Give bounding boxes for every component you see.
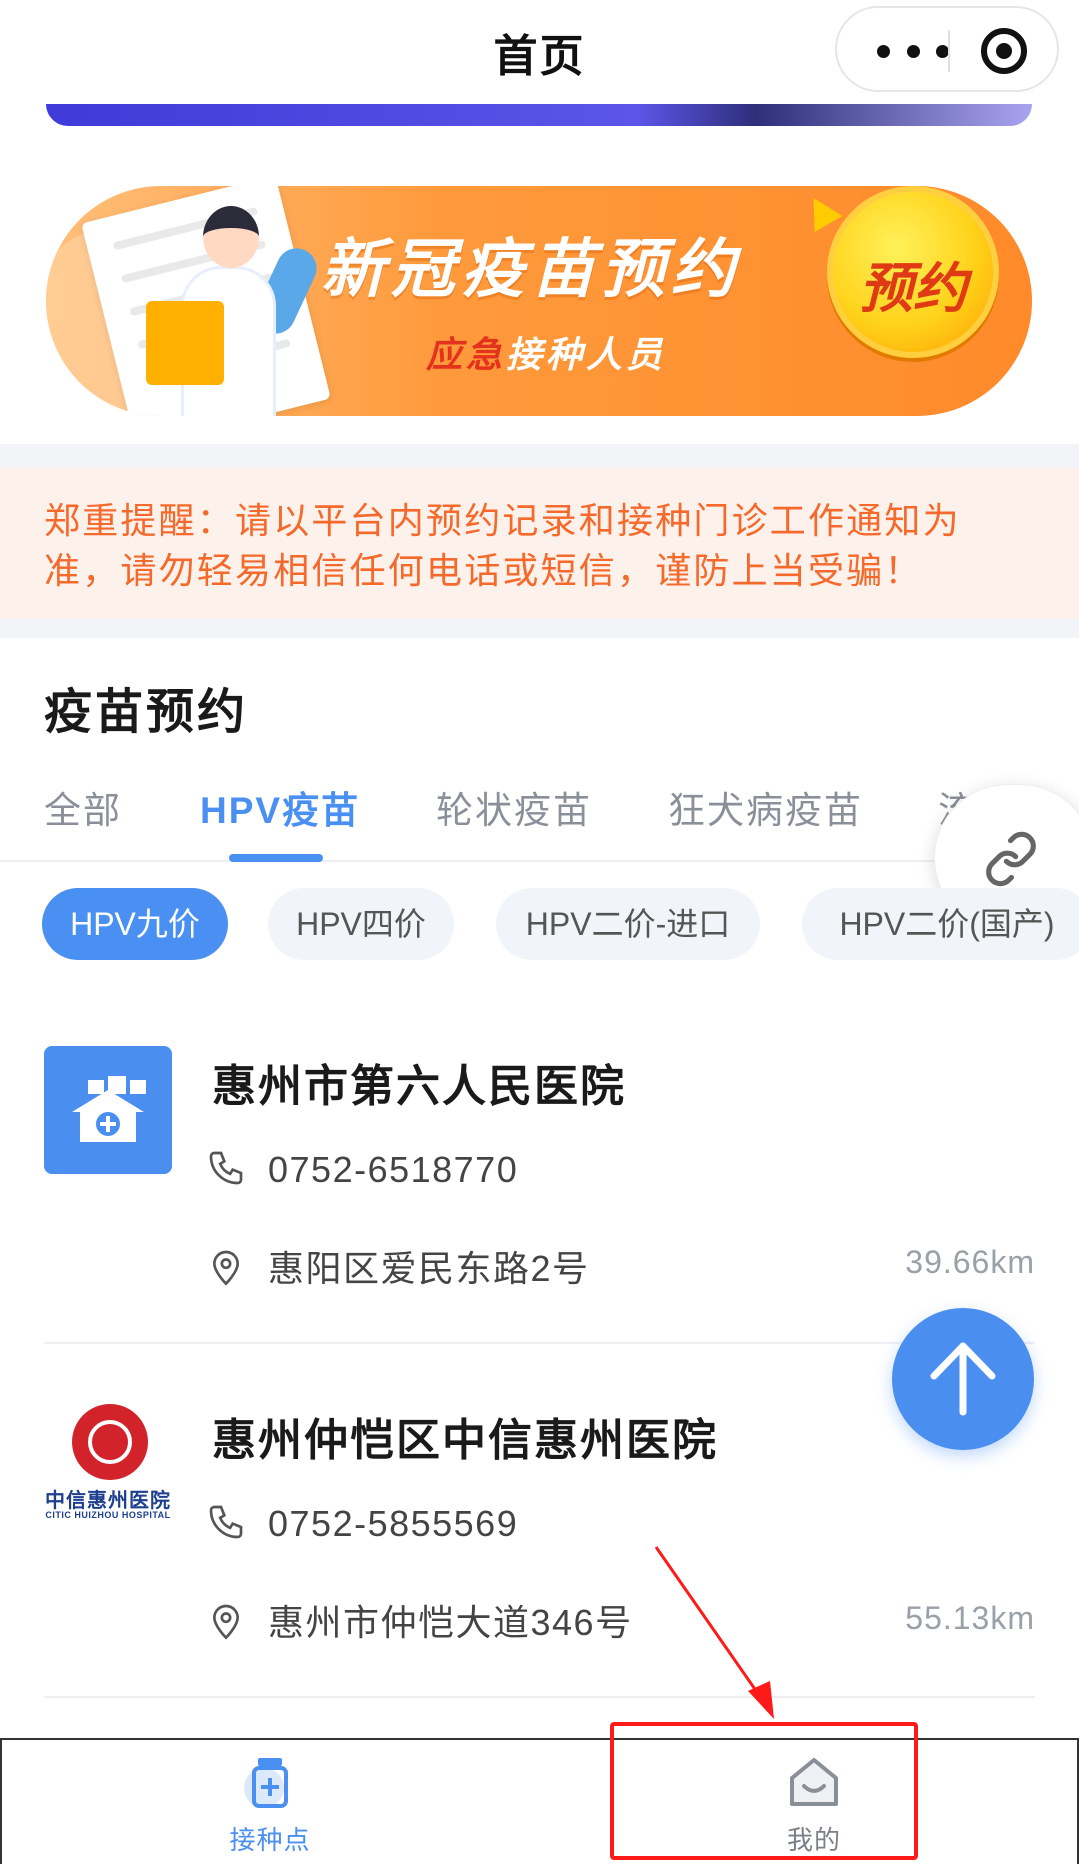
chip-hpv-4[interactable]: HPV四价 (268, 888, 454, 960)
citic-logo-mark (72, 1404, 148, 1480)
vaccine-booking-title: 疫苗预约 (44, 686, 249, 739)
list-divider (44, 1342, 1035, 1344)
tab-rotavirus[interactable]: 轮状疫苗 (436, 780, 592, 834)
annotation-arrow (654, 1546, 774, 1719)
more-options-icon[interactable] (877, 38, 949, 64)
hospital-logo (44, 1046, 172, 1174)
doctor-head-illustration (203, 206, 259, 268)
hospital-phone-row[interactable]: 0752-6518770 (206, 1148, 518, 1191)
warning-notice: 郑重提醒：请以平台内预约记录和接种门诊工作通知为准，请勿轻易相信任何电话或短信，… (0, 468, 1079, 618)
folder-illustration (146, 301, 224, 385)
tab-hpv[interactable]: HPV疫苗 (200, 780, 360, 834)
hospital-card[interactable]: 惠州市第六人民医院 0752-6518770 惠阳区爱民东路2号 39.66km (0, 1046, 1079, 1346)
book-badge-button[interactable]: 预约 (827, 186, 999, 358)
hospital-address-row[interactable]: 惠州市仲恺大道346号 (206, 1594, 633, 1646)
hospital-building-icon (72, 1076, 146, 1142)
hpv-type-filter: HPV九价 HPV四价 HPV二价-进口 HPV二价(国产) (0, 888, 1079, 962)
chip-hpv-2-imported[interactable]: HPV二价-进口 (496, 888, 760, 960)
phone-icon (209, 1505, 243, 1539)
citic-hospital-logo: 中信惠州医院 CITIC HUIZHOU HOSPITAL (40, 1400, 176, 1528)
warning-text: 郑重提醒：请以平台内预约记录和接种门诊工作通知为准，请勿轻易相信任何电话或短信，… (44, 500, 961, 591)
scroll-to-top-button[interactable] (892, 1308, 1034, 1450)
tab-rabies[interactable]: 狂犬病疫苗 (668, 780, 863, 834)
phone-icon (209, 1151, 243, 1185)
hospital-distance: 39.66km (905, 1244, 1035, 1280)
vaccine-bottle-icon (244, 1758, 288, 1808)
mini-program-capsule (835, 6, 1059, 92)
link-icon (986, 831, 1036, 887)
section-gap (0, 618, 1079, 638)
hospital-distance: 55.13km (905, 1600, 1035, 1636)
tabbar-label: 接种点 (229, 1825, 311, 1855)
capsule-divider (948, 30, 950, 72)
close-miniprogram-icon[interactable] (981, 28, 1027, 74)
active-tab-indicator (229, 854, 323, 862)
tabbar-item-vaccination-sites[interactable]: 接种点 (170, 1752, 370, 1857)
hospital-address: 惠州市仲恺大道346号 (268, 1602, 633, 1643)
top-banner-remnant[interactable] (46, 104, 1032, 126)
annotation-highlight-box (610, 1722, 918, 1860)
hospital-address: 惠阳区爱民东路2号 (268, 1248, 590, 1289)
hospital-address-row[interactable]: 惠阳区爱民东路2号 (206, 1240, 590, 1292)
location-pin-icon (212, 1604, 240, 1640)
tab-all[interactable]: 全部 (44, 780, 122, 834)
chip-hpv-2-domestic[interactable]: HPV二价(国产) (802, 888, 1079, 960)
banner-subtitle-rest: 接种人员 (506, 334, 667, 375)
hospital-phone-row[interactable]: 0752-5855569 (206, 1502, 518, 1545)
hospital-name: 惠州仲恺区中信惠州医院 (212, 1416, 718, 1465)
banner-title: 新冠疫苗预约 (321, 233, 741, 305)
hospital-phone: 0752-5855569 (268, 1503, 519, 1544)
hospital-phone: 0752-6518770 (268, 1149, 519, 1190)
banner-subtitle-highlight: 应急 (426, 334, 507, 375)
logo-chinese-name: 中信惠州医院 (45, 1490, 171, 1512)
hospital-name: 惠州市第六人民医院 (212, 1062, 626, 1111)
list-divider (44, 1696, 1035, 1698)
arrow-up-icon (930, 1342, 996, 1416)
nav-bar: 首页 (0, 0, 1079, 100)
book-badge-label: 预约 (859, 259, 967, 319)
section-gap (0, 444, 1079, 468)
location-pin-icon (212, 1250, 240, 1286)
hospital-card[interactable]: 中信惠州医院 CITIC HUIZHOU HOSPITAL 惠州仲恺区中信惠州医… (0, 1400, 1079, 1700)
vaccine-category-tabs: 全部 HPV疫苗 轮状疫苗 狂犬病疫苗 流 (0, 770, 1079, 862)
banner-subtitle: 应急接种人员 (426, 326, 666, 378)
chip-hpv-9[interactable]: HPV九价 (42, 888, 228, 960)
logo-english-name: CITIC HUIZHOU HOSPITAL (45, 1510, 171, 1520)
